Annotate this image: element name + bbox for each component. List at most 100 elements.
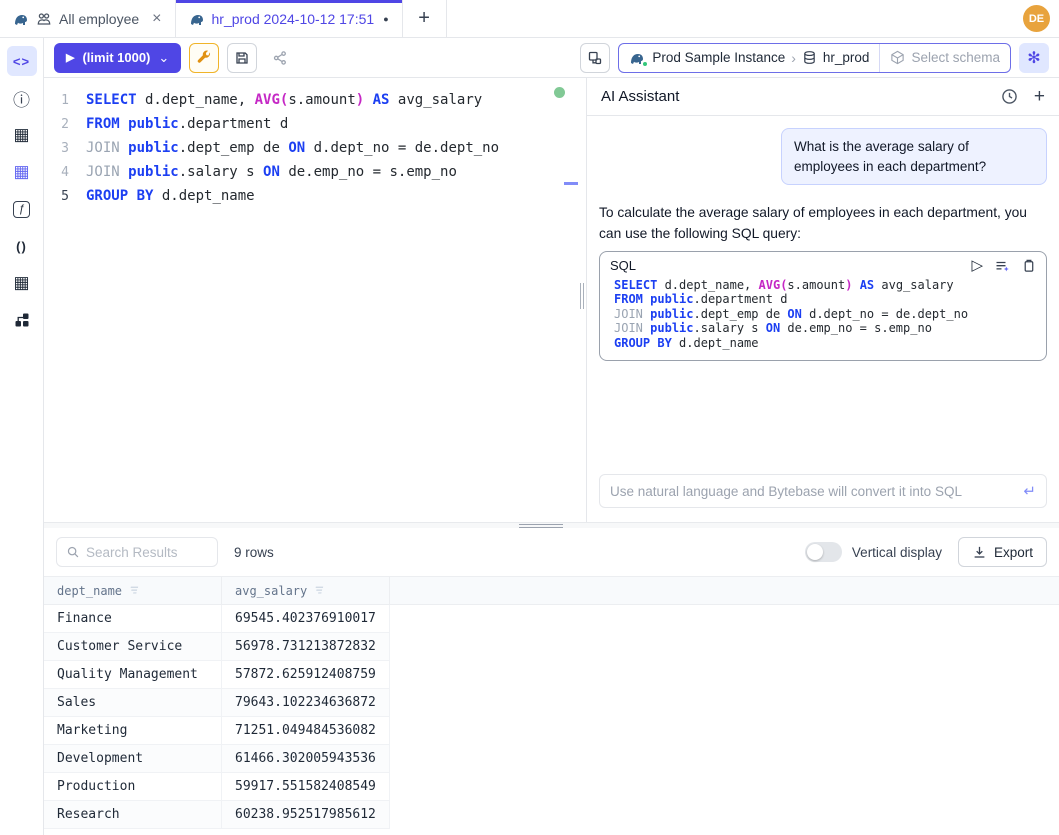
insert-into-editor-icon[interactable]	[994, 258, 1010, 274]
code-line: 4JOIN public.salary s ON de.emp_no = s.e…	[44, 160, 578, 184]
new-chat-button[interactable]: +	[1034, 87, 1045, 106]
table-cell: Production	[44, 773, 222, 801]
sidebar-item-external-tables[interactable]: ▦	[7, 268, 37, 298]
vertical-splitter[interactable]	[578, 78, 586, 522]
table-cell: Sales	[44, 689, 222, 717]
sidebar-item-functions[interactable]: ƒ	[7, 194, 37, 224]
table-icon: ▦	[13, 273, 29, 293]
column-header-avg-salary[interactable]: avg_salary	[222, 577, 390, 604]
sidebar-item-info[interactable]: ⓘ	[7, 83, 37, 113]
cube-icon	[890, 50, 905, 65]
sidebar-item-sql-editor[interactable]: <>	[7, 46, 37, 76]
table-row[interactable]: Development61466.302005943536	[44, 745, 1059, 773]
save-icon	[234, 50, 250, 66]
code-icon: <>	[13, 54, 30, 69]
vertical-display-toggle[interactable]	[805, 542, 842, 562]
close-icon[interactable]: ×	[152, 10, 161, 28]
table-row[interactable]: Sales79643.102234636872	[44, 689, 1059, 717]
table-cell: 71251.049484536082	[222, 717, 390, 745]
user-message-bubble: What is the average salary of employees …	[781, 128, 1047, 185]
format-schema-button[interactable]	[580, 43, 610, 73]
run-snippet-button[interactable]: ▷	[971, 258, 983, 273]
code-line: 3JOIN public.dept_emp de ON d.dept_no = …	[44, 136, 578, 160]
search-results-input[interactable]	[86, 545, 208, 560]
ai-assistant-toggle-button[interactable]: ✻	[1019, 43, 1049, 73]
table-cell: Finance	[44, 605, 222, 633]
database-icon	[802, 50, 817, 65]
sidebar-item-tables[interactable]: ▦	[7, 120, 37, 150]
sidebar-item-procedures[interactable]: ()	[7, 231, 37, 261]
table-row[interactable]: Quality Management57872.625912408759	[44, 661, 1059, 689]
table-cell: 61466.302005943536	[222, 745, 390, 773]
search-results-box	[56, 537, 218, 567]
brackets-icon: ()	[16, 239, 27, 254]
status-dot	[642, 61, 648, 67]
function-icon: ƒ	[13, 201, 30, 218]
line-number: 4	[44, 165, 86, 180]
tab-hr-prod[interactable]: hr_prod 2024-10-12 17:51 ●	[176, 0, 403, 37]
column-header-dept-name[interactable]: dept_name	[44, 577, 222, 604]
table-row[interactable]: Marketing71251.049484536082	[44, 717, 1059, 745]
run-label: (limit 1000)	[82, 50, 150, 65]
run-query-button[interactable]: ▶ (limit 1000) ⌄	[54, 43, 181, 73]
table-cell: 57872.625912408759	[222, 661, 390, 689]
schema-selector[interactable]: Select schema	[879, 44, 1010, 72]
code-line: JOIN public.salary s ON de.emp_no = s.em…	[614, 321, 1036, 336]
data-table-icon: ▦	[13, 162, 29, 182]
connection-status-dot	[554, 87, 565, 98]
code-language-label: SQL	[610, 258, 636, 273]
sidebar-item-data[interactable]: ▦	[7, 157, 37, 187]
tab-label: All employee	[59, 11, 139, 27]
admin-wrench-button[interactable]	[189, 43, 219, 73]
splitter-grip-icon	[580, 283, 584, 309]
sql-editor-pane[interactable]: 1SELECT d.dept_name, AVG(s.amount) AS av…	[44, 78, 578, 522]
left-icon-sidebar: <> ⓘ ▦ ▦ ƒ () ▦	[0, 38, 44, 835]
unsaved-dot-icon: ●	[383, 14, 388, 24]
tab-label: hr_prod 2024-10-12 17:51	[212, 11, 375, 27]
column-label: avg_salary	[235, 584, 307, 598]
play-icon: ▶	[66, 51, 74, 64]
table-cell: Quality Management	[44, 661, 222, 689]
assistant-intro-text: To calculate the average salary of emplo…	[599, 203, 1047, 244]
sidebar-item-schema-diagram[interactable]	[7, 305, 37, 335]
share-button[interactable]	[265, 43, 295, 73]
sort-icon[interactable]	[129, 584, 142, 597]
editor-lines: 1SELECT d.dept_name, AVG(s.amount) AS av…	[44, 88, 578, 208]
table-cell: Marketing	[44, 717, 222, 745]
compare-schema-icon	[587, 50, 603, 66]
code-line: 1SELECT d.dept_name, AVG(s.amount) AS av…	[44, 88, 578, 112]
code-line: 2FROM public.department d	[44, 112, 578, 136]
info-icon: ⓘ	[13, 86, 30, 111]
table-row[interactable]: Customer Service56978.731213872832	[44, 633, 1059, 661]
postgres-icon	[13, 11, 29, 27]
members-icon	[36, 11, 52, 27]
table-cell: 69545.402376910017	[222, 605, 390, 633]
enter-icon[interactable]: ↵	[1023, 482, 1036, 500]
table-cell: Research	[44, 801, 222, 829]
database-name: hr_prod	[823, 50, 870, 65]
results-toolbar: 9 rows Vertical display Export	[44, 528, 1059, 576]
results-panel: 9 rows Vertical display Export dept_name…	[44, 528, 1059, 835]
ai-input-container: ↵	[599, 474, 1047, 508]
export-button[interactable]: Export	[958, 537, 1047, 567]
table-body: Finance69545.402376910017Customer Servic…	[44, 605, 1059, 829]
table-cell: Development	[44, 745, 222, 773]
copy-icon[interactable]	[1021, 258, 1036, 273]
history-clock-icon[interactable]	[1001, 88, 1018, 105]
table-row[interactable]: Research60238.952517985612	[44, 801, 1059, 829]
new-tab-button[interactable]: +	[403, 0, 447, 37]
ai-panel-title: AI Assistant	[601, 88, 679, 105]
table-header-row: dept_name avg_salary	[44, 576, 1059, 605]
save-sheet-button[interactable]	[227, 43, 257, 73]
table-row[interactable]: Finance69545.402376910017	[44, 605, 1059, 633]
connection-selector[interactable]: Prod Sample Instance › hr_prod	[619, 44, 879, 72]
ai-assistant-panel: AI Assistant + What is the average salar…	[586, 78, 1059, 522]
ai-prompt-input[interactable]	[610, 484, 1015, 499]
code-line: FROM public.department d	[614, 292, 1036, 307]
sort-icon[interactable]	[314, 584, 327, 597]
instance-name: Prod Sample Instance	[652, 50, 785, 65]
avatar[interactable]: DE	[1023, 5, 1050, 32]
table-row[interactable]: Production59917.551582408549	[44, 773, 1059, 801]
tab-all-employee[interactable]: All employee ×	[0, 0, 176, 37]
table-cell: 56978.731213872832	[222, 633, 390, 661]
